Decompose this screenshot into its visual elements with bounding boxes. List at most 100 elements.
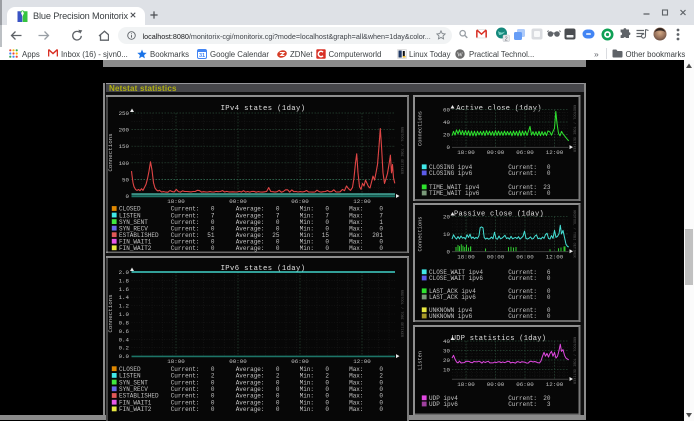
- svg-text:RRDTOOL / TOBI OETIKER: RRDTOOL / TOBI OETIKER: [399, 126, 404, 174]
- svg-text:150: 150: [118, 143, 129, 150]
- svg-text:60: 60: [443, 106, 450, 113]
- svg-text:06:00: 06:00: [291, 358, 309, 365]
- svg-text:20: 20: [443, 357, 450, 364]
- svg-text:3: 3: [547, 401, 551, 408]
- svg-text:50: 50: [122, 176, 129, 183]
- svg-text:12:00: 12:00: [546, 380, 564, 387]
- svg-text:40: 40: [443, 338, 450, 345]
- svg-text:12:00: 12:00: [353, 198, 371, 205]
- svg-text:18:00: 18:00: [167, 198, 185, 205]
- svg-text:1.8: 1.8: [118, 277, 129, 284]
- svg-text:Current:: Current:: [508, 294, 537, 301]
- svg-text:100: 100: [118, 159, 129, 166]
- svg-text:06:00: 06:00: [516, 380, 534, 387]
- svg-text:UNKNOWN ipv6: UNKNOWN ipv6: [429, 313, 473, 320]
- svg-text:Max:: Max:: [349, 406, 363, 413]
- svg-text:10: 10: [443, 366, 450, 373]
- svg-text:250: 250: [118, 110, 129, 117]
- svg-text:Current:: Current:: [170, 245, 199, 252]
- svg-text:Current:: Current:: [170, 406, 199, 413]
- svg-text:00:00: 00:00: [487, 253, 505, 260]
- svg-text:0: 0: [379, 406, 383, 413]
- svg-text:00:00: 00:00: [229, 358, 247, 365]
- svg-text:0.0: 0.0: [118, 353, 129, 360]
- svg-text:10: 10: [443, 231, 450, 238]
- svg-text:UDP ipv6: UDP ipv6: [429, 401, 458, 408]
- svg-text:31: 31: [198, 53, 204, 59]
- svg-text:Current:: Current:: [508, 170, 537, 177]
- svg-text:Current:: Current:: [508, 275, 537, 282]
- svg-text:0.8: 0.8: [118, 319, 129, 326]
- svg-text:Connections: Connections: [107, 133, 114, 171]
- svg-text:40: 40: [443, 119, 450, 126]
- svg-text:0: 0: [547, 313, 551, 320]
- svg-text:18:00: 18:00: [457, 253, 475, 260]
- svg-text:CLOSE_WAIT ipv6: CLOSE_WAIT ipv6: [429, 275, 483, 282]
- svg-text:00:00: 00:00: [487, 149, 505, 156]
- svg-text:Min:: Min:: [299, 245, 313, 252]
- svg-text:Connections: Connections: [418, 217, 424, 252]
- svg-text:RRDTOOL / TOBI OETIKER: RRDTOOL / TOBI OETIKER: [399, 289, 404, 337]
- svg-text:2.0: 2.0: [118, 269, 129, 276]
- svg-text:0: 0: [447, 248, 451, 255]
- svg-text:Connections: Connections: [107, 294, 114, 332]
- svg-text:0: 0: [379, 245, 383, 252]
- svg-text:Current:: Current:: [508, 401, 537, 408]
- svg-text:200: 200: [118, 126, 129, 133]
- svg-text:1.2: 1.2: [118, 302, 129, 309]
- svg-text:Current:: Current:: [508, 313, 537, 320]
- svg-text:0: 0: [210, 406, 214, 413]
- svg-text:2: 2: [505, 36, 508, 42]
- svg-text:Current:: Current:: [508, 190, 537, 197]
- svg-text:Active close (1day): Active close (1day): [456, 105, 542, 113]
- svg-text:0: 0: [275, 406, 279, 413]
- svg-text:1.4: 1.4: [118, 294, 129, 301]
- svg-text:RRDTOOL / TOBI OETIKER: RRDTOOL / TOBI OETIKER: [572, 336, 577, 384]
- svg-text:06:00: 06:00: [516, 149, 534, 156]
- svg-text:LAST_ACK ipv6: LAST_ACK ipv6: [429, 294, 476, 301]
- svg-text:0: 0: [275, 245, 279, 252]
- svg-text:Average:: Average:: [235, 245, 264, 252]
- svg-text:18:00: 18:00: [457, 149, 475, 156]
- svg-text:06:00: 06:00: [291, 198, 309, 205]
- svg-text:Average:: Average:: [235, 406, 264, 413]
- svg-text:12:00: 12:00: [546, 253, 564, 260]
- svg-text:0: 0: [547, 275, 551, 282]
- svg-text:30: 30: [443, 347, 450, 354]
- svg-text:FIN_WAIT2: FIN_WAIT2: [119, 245, 152, 252]
- svg-text:18:00: 18:00: [457, 380, 475, 387]
- svg-text:1.6: 1.6: [118, 285, 129, 292]
- svg-text:Listen: Listen: [418, 350, 424, 369]
- svg-text:0: 0: [547, 170, 551, 177]
- svg-text:0: 0: [447, 144, 451, 151]
- svg-text:20: 20: [443, 214, 450, 221]
- svg-text:IPv4 states (1day): IPv4 states (1day): [220, 105, 305, 113]
- svg-text:Connections: Connections: [418, 111, 424, 146]
- svg-text:18:00: 18:00: [167, 358, 185, 365]
- svg-text:06:00: 06:00: [516, 253, 534, 260]
- svg-text:0: 0: [325, 245, 329, 252]
- svg-text:0: 0: [547, 294, 551, 301]
- svg-text:20: 20: [443, 131, 450, 138]
- svg-text:0: 0: [210, 245, 214, 252]
- svg-text:0.6: 0.6: [118, 327, 129, 334]
- svg-text:12:00: 12:00: [546, 149, 564, 156]
- svg-text:Max:: Max:: [349, 245, 363, 252]
- svg-text:0: 0: [125, 193, 129, 200]
- svg-text:0: 0: [547, 190, 551, 197]
- svg-text:Passive close (1day): Passive close (1day): [454, 211, 544, 219]
- svg-text:1.0: 1.0: [118, 311, 129, 318]
- svg-text:TIME_WAIT ipv6: TIME_WAIT ipv6: [429, 190, 480, 197]
- svg-text:00:00: 00:00: [229, 198, 247, 205]
- svg-text:12:00: 12:00: [353, 358, 371, 365]
- svg-text:0.4: 0.4: [118, 336, 129, 343]
- svg-text:00:00: 00:00: [487, 380, 505, 387]
- svg-text:RRDTOOL / TOBI OETIKER: RRDTOOL / TOBI OETIKER: [572, 210, 577, 258]
- svg-text:W: W: [457, 52, 463, 58]
- svg-text:Min:: Min:: [299, 406, 313, 413]
- svg-text:CLOSING ipv6: CLOSING ipv6: [429, 170, 473, 177]
- svg-text:RRDTOOL / TOBI OETIKER: RRDTOOL / TOBI OETIKER: [572, 104, 577, 152]
- svg-text:0.2: 0.2: [118, 344, 129, 351]
- svg-text:0: 0: [325, 406, 329, 413]
- svg-text:FIN_WAIT2: FIN_WAIT2: [119, 406, 152, 413]
